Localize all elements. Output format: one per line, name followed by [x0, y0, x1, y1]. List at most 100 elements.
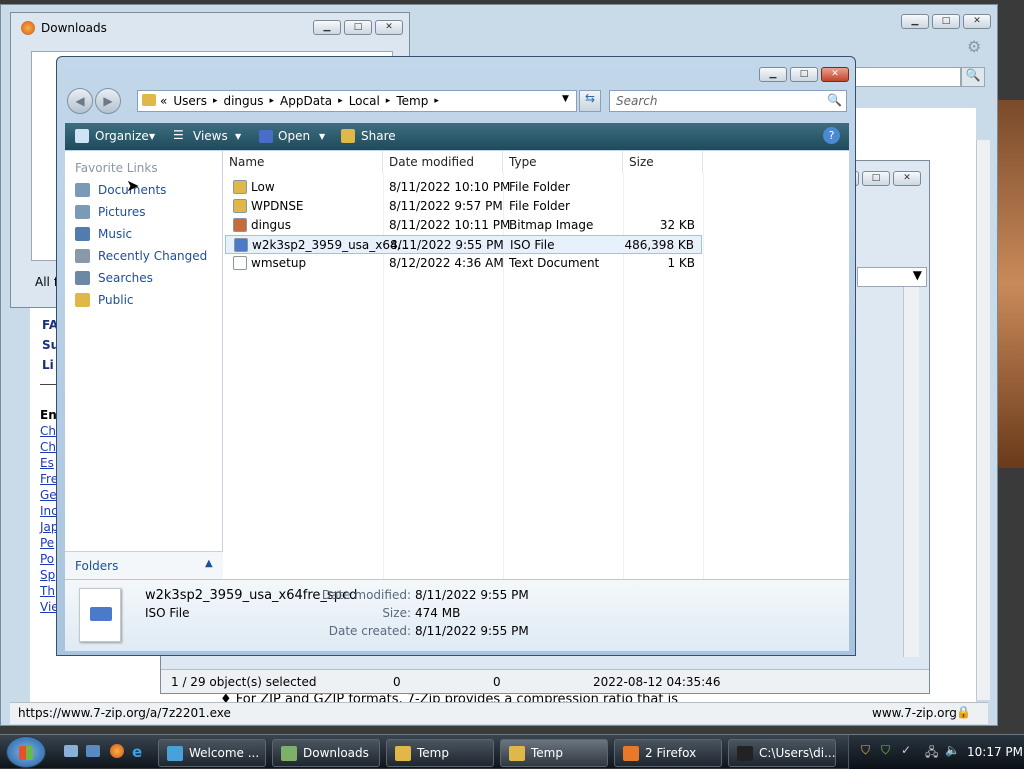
- minimize-button[interactable]: ▁: [759, 67, 787, 82]
- language-link[interactable]: Sp: [40, 568, 55, 582]
- breadcrumb-overflow[interactable]: «: [160, 94, 167, 108]
- taskbar-button[interactable]: Downloads: [272, 739, 380, 767]
- close-button[interactable]: ✕: [963, 14, 991, 29]
- zip-status-selection: 1 / 29 object(s) selected: [171, 675, 317, 689]
- file-date: 8/12/2022 4:36 AM: [389, 256, 504, 270]
- language-link[interactable]: Ge: [40, 488, 57, 502]
- clock[interactable]: 10:17 PM: [967, 745, 1023, 759]
- show-desktop-icon[interactable]: [64, 745, 78, 757]
- breadcrumb-item[interactable]: Local: [349, 94, 380, 108]
- switch-windows-icon[interactable]: [86, 745, 100, 757]
- file-row[interactable]: Low 8/11/2022 10:10 PM File Folder: [225, 178, 702, 197]
- language-link[interactable]: Po: [40, 552, 54, 566]
- nav-item-pictures[interactable]: Pictures: [75, 205, 146, 219]
- file-date: 8/11/2022 10:10 PM: [389, 180, 511, 194]
- maximize-button[interactable]: □: [790, 67, 818, 82]
- close-button[interactable]: ✕: [375, 20, 403, 35]
- file-row[interactable]: wmsetup 8/12/2022 4:36 AM Text Document 1 K…: [225, 254, 702, 273]
- search-icon[interactable]: 🔍: [961, 67, 985, 87]
- minimize-button[interactable]: ▁: [901, 14, 929, 29]
- shield-icon[interactable]: ⛉: [861, 743, 870, 758]
- nav-item-documents[interactable]: Documents: [75, 183, 166, 197]
- file-name: Low: [251, 180, 275, 194]
- file-row[interactable]: dingus 8/11/2022 10:11 PM Bitmap Image 32 K…: [225, 216, 702, 235]
- nav-item-public[interactable]: Public: [75, 293, 134, 307]
- taskbar-button[interactable]: 2 Firefox: [614, 739, 722, 767]
- chevron-down-icon[interactable]: ▼: [857, 267, 927, 287]
- forward-button[interactable]: ▶: [95, 88, 121, 114]
- address-bar[interactable]: « Users ▸ dingus ▸ AppData ▸ Local ▸ Temp ▸ ▼: [137, 90, 577, 112]
- firefox-scrollbar[interactable]: [976, 140, 990, 700]
- gear-icon[interactable]: ⚙: [967, 37, 981, 56]
- security-icon[interactable]: ✓: [901, 743, 911, 757]
- chevron-right-icon[interactable]: ▸: [270, 94, 275, 108]
- zip-scrollbar[interactable]: [903, 287, 919, 657]
- language-link[interactable]: Ch: [40, 440, 56, 454]
- language-link[interactable]: Es: [40, 456, 54, 470]
- taskbar-button-label: Temp: [531, 746, 563, 760]
- status-url: https://www.7-zip.org/a/7z2201.exe: [18, 706, 231, 720]
- back-button[interactable]: ◀: [67, 88, 93, 114]
- date-created-value: 8/11/2022 9:55 PM: [415, 624, 529, 638]
- file-row[interactable]: WPDNSE 8/11/2022 9:57 PM File Folder: [225, 197, 702, 216]
- chevron-right-icon[interactable]: ▸: [213, 94, 218, 108]
- chevron-down-icon[interactable]: ▼: [149, 132, 155, 141]
- column-header-date[interactable]: Date modified: [383, 151, 503, 173]
- column-header-name[interactable]: Name: [223, 151, 383, 173]
- nav-item-searches[interactable]: Searches: [75, 271, 153, 285]
- close-button[interactable]: ✕: [893, 171, 921, 186]
- app-icon: [623, 746, 639, 761]
- network-icon[interactable]: 🖧: [925, 743, 938, 764]
- volume-icon[interactable]: 🔈: [945, 743, 960, 757]
- breadcrumb-item[interactable]: Temp: [396, 94, 428, 108]
- nav-link-3[interactable]: Li: [42, 358, 54, 372]
- column-header-type[interactable]: Type: [503, 151, 623, 173]
- file-name: wmsetup: [251, 256, 307, 270]
- search-input[interactable]: Search: [609, 90, 847, 112]
- maximize-button[interactable]: □: [862, 171, 890, 186]
- column-header-size[interactable]: Size: [623, 151, 703, 173]
- file-name: w2k3sp2_3959_usa_x64...: [252, 238, 410, 252]
- chevron-up-icon[interactable]: ▲: [205, 558, 213, 569]
- breadcrumb-item[interactable]: AppData: [280, 94, 332, 108]
- chevron-down-icon[interactable]: ▼: [235, 132, 241, 141]
- breadcrumb-item[interactable]: Users: [173, 94, 207, 108]
- chevron-right-icon[interactable]: ▸: [386, 94, 391, 108]
- chevron-down-icon[interactable]: ▼: [319, 132, 325, 141]
- file-row[interactable]: w2k3sp2_3959_usa_x64... 8/11/2022 9:55 PM…: [225, 235, 702, 254]
- help-icon[interactable]: ?: [823, 127, 840, 144]
- ie-quicklaunch-icon[interactable]: e: [132, 743, 142, 761]
- chevron-right-icon[interactable]: ▸: [434, 94, 439, 108]
- search-icon[interactable]: 🔍: [827, 93, 842, 107]
- taskbar-button[interactable]: Welcome ...: [158, 739, 266, 767]
- folder-icon: [142, 94, 156, 106]
- firefox-quicklaunch-icon[interactable]: [110, 744, 124, 758]
- breadcrumb: « Users ▸ dingus ▸ AppData ▸ Local ▸ Temp ▸: [160, 94, 439, 108]
- chevron-right-icon[interactable]: ▸: [338, 94, 343, 108]
- language-link[interactable]: Pe: [40, 536, 54, 550]
- share-button[interactable]: Share: [361, 129, 396, 143]
- taskbar-button[interactable]: Temp: [386, 739, 494, 767]
- details-pane: w2k3sp2_3959_usa_x64fre_spcd ISO File Da…: [65, 579, 849, 651]
- start-button[interactable]: [6, 736, 46, 768]
- maximize-button[interactable]: □: [932, 14, 960, 29]
- chevron-down-icon[interactable]: ▼: [562, 94, 569, 104]
- desktop-wallpaper: [998, 100, 1024, 468]
- nav-item-music[interactable]: Music: [75, 227, 132, 241]
- minimize-button[interactable]: ▁: [313, 20, 341, 35]
- taskbar-button[interactable]: C:\Users\di...: [728, 739, 836, 767]
- open-button[interactable]: Open: [278, 129, 310, 143]
- folders-bar[interactable]: Folders ▲: [65, 551, 223, 579]
- breadcrumb-item[interactable]: dingus: [223, 94, 263, 108]
- nav-item-recently-changed[interactable]: Recently Changed: [75, 249, 207, 263]
- language-link[interactable]: Th: [40, 584, 55, 598]
- close-button[interactable]: ✕: [821, 67, 849, 82]
- shield-icon[interactable]: ⛉: [881, 743, 890, 758]
- views-button[interactable]: Views: [193, 129, 228, 143]
- taskbar-button[interactable]: Temp: [500, 739, 608, 767]
- language-link[interactable]: Ch: [40, 424, 56, 438]
- organize-button[interactable]: Organize: [95, 129, 149, 143]
- refresh-icon[interactable]: ⇆: [579, 90, 601, 112]
- file-list: Name Date modified Type Size Low 8/11/202…: [223, 151, 849, 579]
- maximize-button[interactable]: □: [344, 20, 372, 35]
